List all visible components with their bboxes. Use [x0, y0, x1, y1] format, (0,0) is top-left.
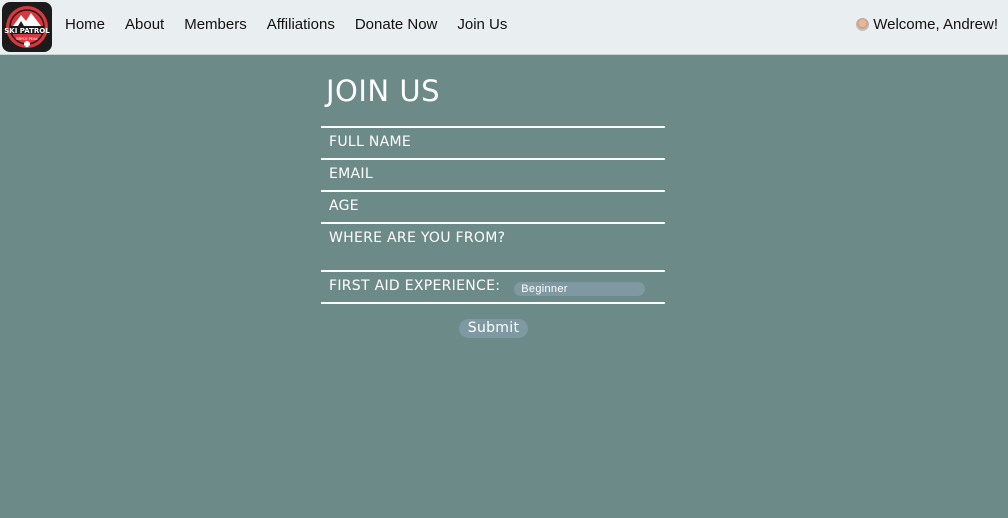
- nav-link-about[interactable]: About: [125, 16, 164, 33]
- nav-link-affiliations[interactable]: Affiliations: [267, 16, 335, 33]
- welcome-text: Welcome, Andrew!: [873, 16, 998, 33]
- nav-link-members[interactable]: Members: [184, 16, 247, 33]
- ski-patrol-logo[interactable]: SKI PATROL BRYCE PEAK: [2, 2, 52, 52]
- submit-button[interactable]: Submit: [459, 319, 528, 338]
- hometown-field[interactable]: WHERE ARE YOU FROM?: [321, 222, 665, 270]
- nav-link-donate-now[interactable]: Donate Now: [355, 16, 438, 33]
- full-name-field[interactable]: FULL NAME: [321, 126, 665, 158]
- age-field[interactable]: AGE: [321, 190, 665, 222]
- first-aid-label: FIRST AID EXPERIENCE:: [329, 278, 501, 294]
- logo-badge-icon: SKI PATROL BRYCE PEAK: [4, 6, 50, 48]
- avatar: [856, 18, 870, 31]
- first-aid-select[interactable]: Beginner: [514, 282, 646, 296]
- email-field[interactable]: EMAIL: [321, 158, 665, 190]
- logo-text: SKI PATROL: [4, 27, 50, 35]
- first-aid-row: FIRST AID EXPERIENCE: Beginner: [321, 270, 665, 304]
- user-welcome[interactable]: Welcome, Andrew!: [856, 16, 998, 33]
- join-form: JOIN US FULL NAME EMAIL AGE WHERE ARE YO…: [321, 70, 665, 304]
- navbar: SKI PATROL BRYCE PEAK Home About Members…: [0, 0, 1008, 55]
- nav-link-home[interactable]: Home: [65, 16, 105, 33]
- page-title: JOIN US: [326, 74, 440, 108]
- logo-subtext: BRYCE PEAK: [16, 37, 38, 41]
- nav-link-join-us[interactable]: Join Us: [457, 16, 507, 33]
- nav-links: Home About Members Affiliations Donate N…: [65, 0, 527, 48]
